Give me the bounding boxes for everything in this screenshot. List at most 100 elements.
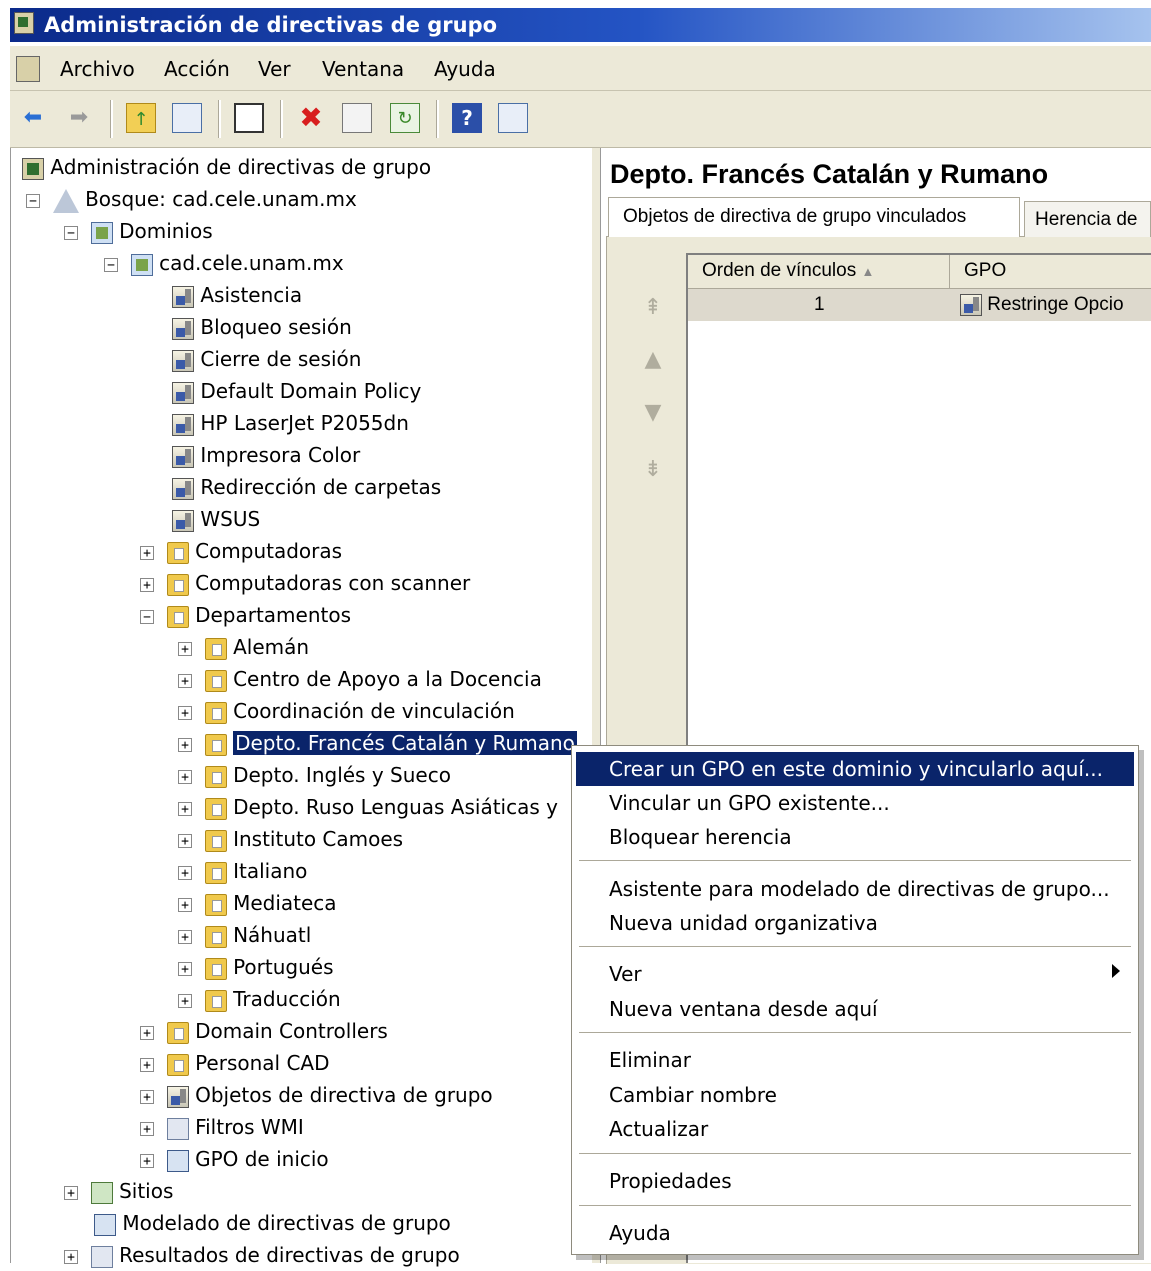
menu-ayuda[interactable]: Ayuda	[434, 55, 496, 83]
help-icon[interactable]: ?	[452, 103, 482, 133]
tree-item-ou[interactable]: + Italiano	[178, 855, 307, 887]
back-icon[interactable]: ⬅	[18, 103, 48, 133]
properties-icon[interactable]	[342, 103, 372, 133]
tree-item-ou[interactable]: + Portugués	[178, 951, 334, 983]
menu-item-block-inheritance[interactable]: Bloquear herencia	[576, 820, 1134, 854]
expand-icon[interactable]: +	[178, 769, 192, 784]
tree-item-ou[interactable]: + Domain Controllers	[140, 1015, 388, 1047]
tree-item-gpo-link[interactable]: WSUS	[172, 503, 260, 535]
copy-icon[interactable]	[234, 103, 264, 133]
expand-icon[interactable]: +	[178, 737, 192, 752]
up-folder-icon[interactable]: ↑	[126, 103, 156, 133]
refresh-icon[interactable]: ↻	[390, 103, 420, 133]
tree-item-gpo-link[interactable]: HP LaserJet P2055dn	[172, 407, 409, 439]
column-header-gpo[interactable]: GPO	[950, 255, 1151, 289]
tree-item-ou[interactable]: + Computadoras con scanner	[140, 567, 470, 599]
expand-icon[interactable]: +	[178, 833, 192, 848]
expand-icon[interactable]: +	[64, 1185, 78, 1200]
menu-ver[interactable]: Ver	[258, 55, 291, 83]
tree-item-domain[interactable]: − cad.cele.unam.mx	[104, 247, 344, 279]
expand-icon[interactable]: +	[178, 929, 192, 944]
move-down-icon[interactable]: ▼	[636, 398, 670, 428]
tree-item-forest[interactable]: − Bosque: cad.cele.unam.mx	[26, 183, 357, 215]
expand-icon[interactable]: +	[178, 673, 192, 688]
expand-icon[interactable]: +	[178, 865, 192, 880]
menu-item-view[interactable]: Ver	[576, 957, 1134, 991]
menu-item-properties[interactable]: Propiedades	[576, 1164, 1134, 1198]
tree-item-domains[interactable]: − Dominios	[64, 215, 213, 247]
menu-item-modeling-wizard[interactable]: Asistente para modelado de directivas de…	[576, 872, 1134, 906]
tree-item-root[interactable]: Administración de directivas de grupo	[22, 151, 431, 183]
tree-item-ou[interactable]: + Centro de Apoyo a la Docencia	[178, 663, 542, 695]
menu-item-new-ou[interactable]: Nueva unidad organizativa	[576, 906, 1134, 940]
expand-icon[interactable]: +	[140, 1089, 154, 1104]
collapse-icon[interactable]: −	[64, 225, 78, 240]
expand-icon[interactable]: +	[64, 1249, 78, 1264]
tree-label: Departamentos	[195, 603, 352, 627]
column-header-link-order[interactable]: Orden de vínculos ▲	[688, 255, 950, 289]
tree-item-ou[interactable]: + Personal CAD	[140, 1047, 330, 1079]
menu-accion[interactable]: Acción	[164, 55, 230, 83]
tree-item-wmi-filters[interactable]: + Filtros WMI	[140, 1111, 304, 1143]
expand-icon[interactable]: +	[178, 641, 192, 656]
expand-icon[interactable]: +	[178, 961, 192, 976]
tree-item-results[interactable]: + Resultados de directivas de grupo	[64, 1239, 460, 1271]
menu-item-rename[interactable]: Cambiar nombre	[576, 1078, 1134, 1112]
expand-icon[interactable]: +	[140, 1057, 154, 1072]
menu-item-link-existing-gpo[interactable]: Vincular un GPO existente...	[576, 786, 1134, 820]
expand-icon[interactable]: +	[140, 577, 154, 592]
system-menu-icon[interactable]	[16, 56, 40, 82]
tree-item-gpo-link[interactable]: Cierre de sesión	[172, 343, 361, 375]
tree-item-gpo-link[interactable]: Redirección de carpetas	[172, 471, 441, 503]
collapse-icon[interactable]: −	[140, 609, 154, 624]
menu-item-create-gpo[interactable]: Crear un GPO en este dominio y vincularl…	[576, 752, 1134, 786]
tree-item-starter-gpos[interactable]: + GPO de inicio	[140, 1143, 329, 1175]
tree-label: Depto. Inglés y Sueco	[233, 763, 451, 787]
move-to-bottom-icon[interactable]: ⇟	[636, 455, 670, 485]
tab-linked-gpos[interactable]: Objetos de directiva de grupo vinculados	[608, 197, 1020, 237]
delete-icon[interactable]: ✖	[296, 103, 326, 133]
expand-icon[interactable]: +	[140, 545, 154, 560]
move-up-icon[interactable]: ▲	[636, 345, 670, 375]
tree-item-departamentos[interactable]: − Departamentos	[140, 599, 351, 631]
tree-item-ou[interactable]: + Mediateca	[178, 887, 337, 919]
expand-icon[interactable]: +	[140, 1153, 154, 1168]
move-to-top-icon[interactable]: ⇞	[636, 293, 670, 323]
tab-inheritance[interactable]: Herencia de	[1024, 201, 1151, 237]
tree-item-ou[interactable]: + Depto. Ruso Lenguas Asiáticas y	[178, 791, 558, 823]
tree-item-ou[interactable]: + Traducción	[178, 983, 341, 1015]
tree-item-ou[interactable]: + Náhuatl	[178, 919, 311, 951]
action-pane-icon[interactable]	[498, 103, 528, 133]
tree-item-ou[interactable]: + Coordinación de vinculación	[178, 695, 515, 727]
menu-archivo[interactable]: Archivo	[60, 55, 135, 83]
tree-item-gpo-container[interactable]: + Objetos de directiva de grupo	[140, 1079, 493, 1111]
menu-item-refresh[interactable]: Actualizar	[576, 1112, 1134, 1146]
menu-ventana[interactable]: Ventana	[322, 55, 404, 83]
collapse-icon[interactable]: −	[26, 193, 40, 208]
tree-item-gpo-link[interactable]: Default Domain Policy	[172, 375, 421, 407]
menu-item-help[interactable]: Ayuda	[576, 1216, 1134, 1250]
expand-icon[interactable]: +	[178, 801, 192, 816]
tree-item-ou[interactable]: + Computadoras	[140, 535, 342, 567]
table-row[interactable]: 1 Restringe Opcio	[688, 289, 1151, 321]
tree-item-ou-selected[interactable]: + Depto. Francés Catalán y Rumano	[178, 727, 577, 759]
menu-item-new-window[interactable]: Nueva ventana desde aquí	[576, 992, 1134, 1026]
tree-item-ou[interactable]: + Instituto Camoes	[178, 823, 403, 855]
collapse-icon[interactable]: −	[104, 257, 118, 272]
expand-icon[interactable]: +	[178, 993, 192, 1008]
expand-icon[interactable]: +	[178, 897, 192, 912]
expand-icon[interactable]: +	[178, 705, 192, 720]
tree-item-ou[interactable]: + Alemán	[178, 631, 309, 663]
tree-item-gpo-link[interactable]: Bloqueo sesión	[172, 311, 352, 343]
tree-item-modeling[interactable]: Modelado de directivas de grupo	[94, 1207, 451, 1239]
tree-item-ou[interactable]: + Depto. Inglés y Sueco	[178, 759, 451, 791]
tree-item-gpo-link[interactable]: Impresora Color	[172, 439, 360, 471]
expand-icon[interactable]: +	[140, 1025, 154, 1040]
forward-icon[interactable]: ➡	[64, 103, 94, 133]
sort-ascending-icon: ▲	[861, 264, 875, 279]
tree-item-gpo-link[interactable]: Asistencia	[172, 279, 302, 311]
menu-item-delete[interactable]: Eliminar	[576, 1043, 1134, 1077]
expand-icon[interactable]: +	[140, 1121, 154, 1136]
show-hide-tree-icon[interactable]	[172, 103, 202, 133]
tree-item-sites[interactable]: + Sitios	[64, 1175, 173, 1207]
